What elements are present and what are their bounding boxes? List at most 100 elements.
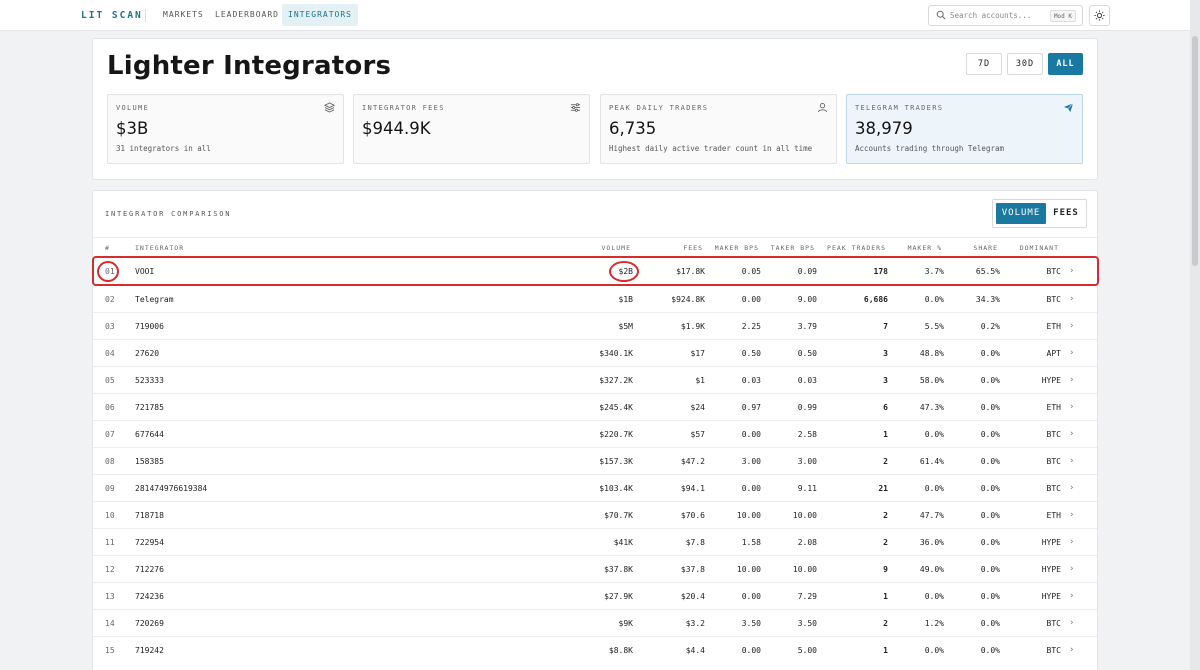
cell-dominant: HYPE — [1041, 538, 1061, 547]
col-dominant[interactable]: DOMINANT — [1020, 244, 1059, 252]
cell-fees: $7.8 — [685, 538, 705, 547]
chevron-right-icon[interactable]: › — [1069, 610, 1074, 637]
col-maker-pct[interactable]: MAKER % — [908, 244, 942, 252]
cell-dominant: BTC — [1046, 430, 1061, 439]
col-integrator[interactable]: INTEGRATOR — [135, 244, 184, 252]
cell-peak-traders: 21 — [878, 484, 888, 493]
col-peak-traders[interactable]: PEAK TRADERS — [827, 244, 886, 252]
chevron-right-icon[interactable]: › — [1069, 448, 1074, 475]
cell-volume: $5M — [618, 322, 633, 331]
cell-volume: $220.7K — [599, 430, 633, 439]
cell-volume: $245.4K — [599, 403, 633, 412]
page-scrollbar[interactable] — [1190, 0, 1200, 670]
chevron-right-icon[interactable]: › — [1069, 286, 1074, 313]
chevron-right-icon[interactable]: › — [1069, 529, 1074, 556]
table-row[interactable]: 01 VOOI $2B $17.8K 0.05 0.09 178 3.7% 65.5% BTC › — [93, 258, 1097, 285]
range-7d-button[interactable]: 7D — [966, 53, 1002, 75]
cell-fees: $57 — [690, 430, 705, 439]
chevron-right-icon[interactable]: › — [1069, 475, 1074, 502]
col-volume[interactable]: VOLUME — [602, 244, 631, 252]
table-row[interactable]: 13 724236 $27.9K $20.4 0.00 7.29 1 0.0% 0.0% HYPE… — [93, 582, 1097, 610]
cell-fees: $20.4 — [680, 592, 705, 601]
chevron-right-icon[interactable]: › — [1069, 258, 1074, 285]
brand-logo[interactable]: LIT SCAN — [81, 10, 143, 21]
cell-maker-pct: 49.0% — [919, 565, 944, 574]
table-row[interactable]: 10 718718 $70.7K $70.6 10.00 10.00 2 47.7% 0.0% E… — [93, 501, 1097, 529]
table-row[interactable]: 07 677644 $220.7K $57 0.00 2.58 1 0.0% 0.0% BTC › — [93, 420, 1097, 448]
chevron-right-icon[interactable]: › — [1069, 421, 1074, 448]
cell-volume: $37.8K — [604, 565, 633, 574]
table-row[interactable]: 03 719006 $5M $1.9K 2.25 3.79 7 5.5% 0.2% ETH › — [93, 312, 1097, 340]
cell-fees: $17 — [690, 349, 705, 358]
table-row[interactable]: 11 722954 $41K $7.8 1.58 2.08 2 36.0% 0.0% HYPE › — [93, 528, 1097, 556]
cell-share: 0.0% — [980, 538, 1000, 547]
cell-maker-bps: 10.00 — [736, 565, 761, 574]
table-row[interactable]: 02 Telegram $1B $924.8K 0.00 9.00 6,686 0.0% 34.… — [93, 285, 1097, 313]
table-row[interactable]: 14 720269 $9K $3.2 3.50 3.50 2 1.2% 0.0% BTC › — [93, 609, 1097, 637]
cell-maker-bps: 0.00 — [741, 646, 761, 655]
nav-divider — [145, 9, 146, 22]
cell-taker-bps: 0.50 — [797, 349, 817, 358]
table-row[interactable]: 05 523333 $327.2K $1 0.03 0.03 3 58.0% 0.0% HYPE › — [93, 366, 1097, 394]
stat-volume: VOLUME $3B 31 integrators in all — [107, 94, 344, 164]
search-input[interactable] — [950, 8, 1045, 23]
cell-maker-pct: 0.0% — [924, 592, 944, 601]
cell-share: 0.0% — [980, 592, 1000, 601]
table-row[interactable]: 06 721785 $245.4K $24 0.97 0.99 6 47.3% 0.0% ETH › — [93, 393, 1097, 421]
cell-maker-bps: 3.00 — [741, 457, 761, 466]
chevron-right-icon[interactable]: › — [1069, 637, 1074, 664]
cell-rank: 03 — [105, 322, 115, 331]
cell-maker-pct: 0.0% — [924, 430, 944, 439]
table-row[interactable]: 09 281474976619384 $103.4K $94.1 0.00 9.11 21 0… — [93, 474, 1097, 502]
cell-fees: $4.4 — [685, 646, 705, 655]
table-row[interactable]: 12 712276 $37.8K $37.8 10.00 10.00 9 49.0% 0.0% H… — [93, 555, 1097, 583]
stat-telegram-traders: TELEGRAM TRADERS 38,979 Accounts trading… — [846, 94, 1083, 164]
col-share[interactable]: SHARE — [973, 244, 998, 252]
stat-label: PEAK DAILY TRADERS — [609, 104, 709, 112]
cell-fees: $70.6 — [680, 511, 705, 520]
table-row[interactable]: 08 158385 $157.3K $47.2 3.00 3.00 2 61.4% 0.0% BT… — [93, 447, 1097, 475]
col-taker-bps[interactable]: TAKER BPS — [771, 244, 815, 252]
nav-leaderboard[interactable]: LEADERBOARD — [209, 4, 285, 26]
chevron-right-icon[interactable]: › — [1069, 340, 1074, 367]
range-30d-button[interactable]: 30D — [1007, 53, 1043, 75]
cell-maker-pct: 61.4% — [919, 457, 944, 466]
toggle-volume-button[interactable]: VOLUME — [996, 203, 1046, 224]
cell-fees: $24 — [690, 403, 705, 412]
cell-dominant: BTC — [1046, 457, 1061, 466]
chevron-right-icon[interactable]: › — [1069, 367, 1074, 394]
range-all-button[interactable]: ALL — [1048, 53, 1083, 75]
chevron-right-icon[interactable]: › — [1069, 502, 1074, 529]
cell-rank: 14 — [105, 619, 115, 628]
send-icon — [1063, 103, 1074, 113]
chevron-right-icon[interactable]: › — [1069, 583, 1074, 610]
cell-share: 0.0% — [980, 619, 1000, 628]
nav-markets[interactable]: MARKETS — [157, 4, 210, 26]
col-maker-bps[interactable]: MAKER BPS — [715, 244, 759, 252]
theme-toggle-button[interactable] — [1089, 5, 1110, 26]
chevron-right-icon[interactable]: › — [1069, 556, 1074, 583]
table-row[interactable]: 04 27620 $340.1K $17 0.50 0.50 3 48.8% 0.0% APT › — [93, 339, 1097, 367]
cell-integrator: 712276 — [135, 565, 164, 574]
cell-peak-traders: 9 — [883, 565, 888, 574]
section-title: INTEGRATOR COMPARISON — [105, 210, 232, 218]
cell-dominant: ETH — [1046, 511, 1061, 520]
chevron-right-icon[interactable]: › — [1069, 313, 1074, 340]
search-box[interactable]: Mod K — [928, 5, 1083, 26]
cell-peak-traders: 2 — [883, 619, 888, 628]
scrollbar-thumb[interactable] — [1192, 36, 1198, 266]
stat-label: VOLUME — [116, 104, 150, 112]
table-row[interactable]: 15 719242 $8.8K $4.4 0.00 5.00 1 0.0% 0.0% BTC › — [93, 636, 1097, 664]
cell-share: 0.0% — [980, 376, 1000, 385]
col-fees[interactable]: FEES — [683, 244, 703, 252]
chevron-right-icon[interactable]: › — [1069, 394, 1074, 421]
cell-volume: $340.1K — [599, 349, 633, 358]
cell-rank: 08 — [105, 457, 115, 466]
cell-taker-bps: 10.00 — [792, 565, 817, 574]
cell-fees: $1.9K — [680, 322, 705, 331]
page-title: Lighter Integrators — [107, 51, 392, 81]
toggle-fees-button[interactable]: FEES — [1048, 203, 1084, 224]
cell-peak-traders: 3 — [883, 376, 888, 385]
nav-integrators[interactable]: INTEGRATORS — [282, 4, 358, 26]
col-rank[interactable]: # — [105, 244, 110, 252]
